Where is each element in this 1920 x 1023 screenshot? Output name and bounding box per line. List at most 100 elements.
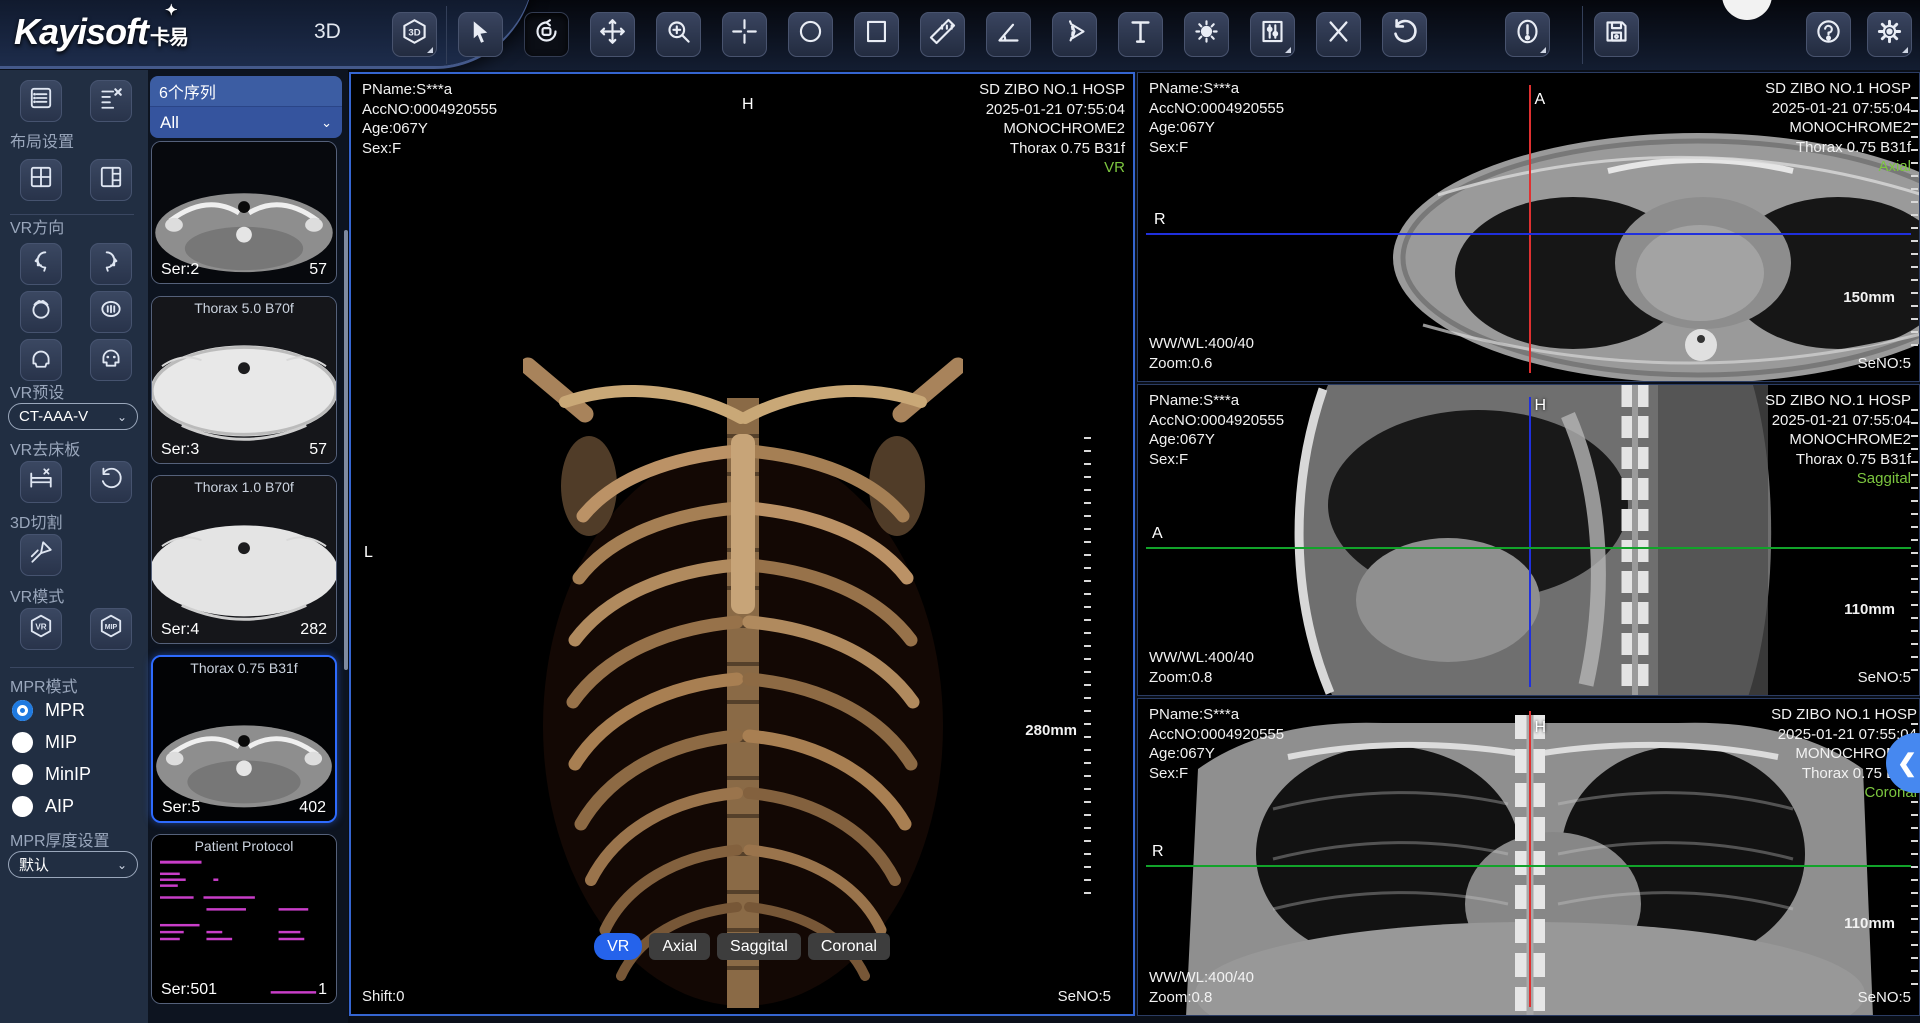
saggital-button[interactable]: Saggital xyxy=(717,933,801,960)
ruler-tool-button[interactable] xyxy=(920,12,965,57)
left-control-sidebar: 布局设置 VR方向 VR预设 CT-AAA-V ⌄ xyxy=(0,70,148,1023)
vr-3d-view[interactable]: PName:S***a AccNO:0004920555 Age:067Y Se… xyxy=(349,72,1135,1016)
help-button[interactable] xyxy=(1806,12,1851,57)
vr-preset-select[interactable]: CT-AAA-V ⌄ xyxy=(8,403,138,430)
series-scrollbar[interactable] xyxy=(344,230,348,670)
crosshair-horizontal-green[interactable] xyxy=(1146,547,1911,549)
protocol-thumb-image xyxy=(152,835,336,1003)
series-title: Patient Protocol xyxy=(152,838,336,854)
photometric: MONOCHROME2 xyxy=(1765,118,1911,138)
layout-list-icon xyxy=(28,85,54,117)
crosshair-vertical-blue[interactable] xyxy=(1529,397,1531,687)
cobb-angle-tool-button[interactable] xyxy=(1052,12,1097,57)
cursor-tool-button[interactable] xyxy=(458,12,503,57)
rectangle-tool-button[interactable] xyxy=(854,12,899,57)
series-number: Ser:4 xyxy=(161,621,199,639)
series-number: Ser:5 xyxy=(162,799,200,817)
remove-bed-button[interactable] xyxy=(20,461,62,503)
vr-mode-vr-button[interactable]: VR xyxy=(20,608,62,650)
orientation-marker-top: H xyxy=(1535,719,1547,737)
zoom-tool-button[interactable] xyxy=(656,12,701,57)
series-number: Ser:3 xyxy=(161,441,199,459)
coronal-button[interactable]: Coronal xyxy=(808,933,890,960)
patient-info-overlay: PName:S***a AccNO:0004920555 Age:067Y Se… xyxy=(1149,705,1284,783)
vr-orient-top-button[interactable] xyxy=(20,291,62,333)
patient-info-overlay: PName:S***a AccNO:0004920555 Age:067Y Se… xyxy=(1149,79,1284,157)
crosshair-horizontal-green[interactable] xyxy=(1146,865,1911,867)
series-title: Thorax 0.75 B31f xyxy=(153,660,335,676)
svg-text:VR: VR xyxy=(35,622,46,631)
orientation-marker-left: L xyxy=(364,544,373,562)
scale-ruler xyxy=(1911,97,1918,357)
layout-close-button[interactable] xyxy=(90,80,132,122)
logo-star-icon: ✦ xyxy=(165,1,177,19)
settings-button[interactable] xyxy=(1867,12,1912,57)
crosshair-horizontal-blue[interactable] xyxy=(1146,233,1911,235)
text-tool-button[interactable] xyxy=(1118,12,1163,57)
axial-thumb-image xyxy=(152,297,336,463)
save-button[interactable] xyxy=(1594,12,1639,57)
orientation-marker-left: A xyxy=(1152,525,1163,543)
mpr-thickness-select[interactable]: 默认 ⌄ xyxy=(8,851,138,878)
vr-orient-bottom-button[interactable] xyxy=(90,291,132,333)
prompt-info-button[interactable] xyxy=(1505,12,1550,57)
split-layout-icon xyxy=(98,164,124,196)
circle-icon xyxy=(797,18,824,52)
vr-orient-left-button[interactable] xyxy=(20,243,62,285)
pan-tool-button[interactable] xyxy=(590,12,635,57)
patient-info-overlay: PName:S***a AccNO:0004920555 Age:067Y Se… xyxy=(1149,391,1284,469)
hospital-name: SD ZIBO NO.1 HOSP xyxy=(979,80,1125,100)
axial-button[interactable]: Axial xyxy=(649,933,710,960)
axial-view[interactable]: PName:S***a AccNO:0004920555 Age:067Y Se… xyxy=(1137,72,1920,382)
coronal-view[interactable]: PName:S***a AccNO:0004920555 Age:067Y Se… xyxy=(1137,698,1920,1016)
layout-grid-button[interactable] xyxy=(20,159,62,201)
accession-number: AccNO:0004920555 xyxy=(362,100,497,120)
view-type-label: Coronal xyxy=(1771,783,1917,803)
sagittal-view[interactable]: PName:S***a AccNO:0004920555 Age:067Y Se… xyxy=(1137,384,1920,696)
crosshair-vertical-red[interactable] xyxy=(1529,85,1531,373)
delete-annotation-button[interactable] xyxy=(1316,12,1361,57)
series-thumbnail-ser5-selected[interactable]: Thorax 0.75 B31f Ser:5 402 xyxy=(151,655,337,823)
series-filter-select[interactable]: All ⌄ xyxy=(150,106,342,138)
bed-reset-button[interactable] xyxy=(90,461,132,503)
layout-list-button[interactable] xyxy=(20,80,62,122)
mpr-radio-minip[interactable]: MinIP xyxy=(12,764,91,785)
axial-thumb-image xyxy=(153,657,335,821)
patient-sex: Sex:F xyxy=(1149,764,1284,784)
layout-split-button[interactable] xyxy=(90,159,132,201)
reset-rotate-icon xyxy=(1391,18,1418,52)
patient-sex: Sex:F xyxy=(362,139,497,159)
scalpel-button[interactable] xyxy=(20,534,62,576)
study-info-overlay: SD ZIBO NO.1 HOSP 2025-01-21 07:55:04 MO… xyxy=(1765,79,1911,177)
crosshair-tool-button[interactable] xyxy=(722,12,767,57)
vr-orient-right-button[interactable] xyxy=(90,243,132,285)
brightness-tool-button[interactable] xyxy=(1184,12,1229,57)
crosshair-vertical-red[interactable] xyxy=(1529,711,1531,1007)
radio-label: AIP xyxy=(45,796,74,817)
series-number: Ser:501 xyxy=(161,981,217,999)
vr-orient-front-button[interactable] xyxy=(90,339,132,381)
series-thumbnail-ser501[interactable]: Patient Protocol Ser:501 1 xyxy=(151,834,337,1004)
series-thumbnail-ser2[interactable]: Ser:2 57 xyxy=(151,141,337,284)
ellipse-tool-button[interactable] xyxy=(788,12,833,57)
3d-view-button[interactable]: 3D xyxy=(392,12,437,57)
wwwl-value: WW/WL:400/40 xyxy=(1149,334,1254,354)
series-description: Thorax 0.75 B31f xyxy=(1765,138,1911,158)
series-thumbnail-ser3[interactable]: Thorax 5.0 B70f Ser:3 57 xyxy=(151,296,337,464)
angle-tool-button[interactable] xyxy=(986,12,1031,57)
radio-selected-icon xyxy=(12,700,33,721)
vr-orient-back-button[interactable] xyxy=(20,339,62,381)
reset-button[interactable] xyxy=(1382,12,1427,57)
vr-mode-mip-button[interactable]: MIP xyxy=(90,608,132,650)
radio-icon xyxy=(12,796,33,817)
sliders-icon xyxy=(1259,18,1286,52)
window-level-button[interactable] xyxy=(1250,12,1295,57)
mpr-radio-mip[interactable]: MIP xyxy=(12,732,77,753)
vr-button[interactable]: VR xyxy=(594,933,642,960)
series-thumbnail-ser4[interactable]: Thorax 1.0 B70f Ser:4 282 xyxy=(151,475,337,644)
user-avatar[interactable] xyxy=(1722,0,1772,20)
mpr-radio-aip[interactable]: AIP xyxy=(12,796,74,817)
mpr-radio-mpr[interactable]: MPR xyxy=(12,700,85,721)
rotate-3d-tool-button[interactable] xyxy=(524,12,569,57)
study-datetime: 2025-01-21 07:55:04 xyxy=(1765,99,1911,119)
